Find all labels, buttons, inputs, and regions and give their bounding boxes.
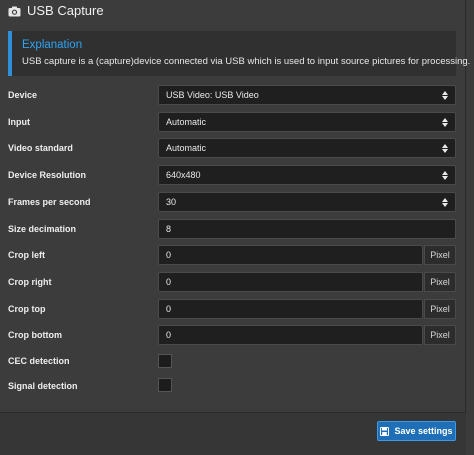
select-caret-icon [442,90,448,101]
usb-capture-panel: USB Capture Explanation USB capture is a… [0,0,471,455]
panel-header: USB Capture [0,0,466,20]
crop-bottom-input[interactable]: 0 [158,325,423,345]
crop-right-input[interactable]: 0 [158,272,423,292]
save-settings-label: Save settings [394,426,453,436]
save-icon [380,426,390,436]
size-decimation-input[interactable]: 8 [158,219,456,239]
video-standard-select[interactable]: Automatic [158,138,456,158]
crop-top-input[interactable]: 0 [158,299,423,319]
crop-bottom-unit: Pixel [424,325,456,345]
size-decimation-value: 8 [166,224,172,234]
panel-title: USB Capture [27,2,104,18]
crop-right-value: 0 [166,277,172,287]
explanation-text: USB capture is a (capture)device connect… [22,56,471,67]
device-resolution-label: Device Resolution [8,170,87,180]
input-select[interactable]: Automatic [158,112,456,132]
input-label: Input [8,117,30,127]
cec-detection-label: CEC detection [8,356,70,366]
device-resolution-value: 640x480 [166,170,201,180]
select-caret-icon [442,117,448,128]
device-resolution-select[interactable]: 640x480 [158,165,456,185]
cec-detection-checkbox[interactable] [158,354,172,368]
device-value: USB Video: USB Video [166,90,259,100]
size-decimation-label: Size decimation [8,224,77,234]
crop-right-label: Crop right [8,277,52,287]
input-value: Automatic [166,117,207,127]
crop-left-label: Crop left [8,250,45,260]
fps-label: Frames per second [8,197,91,207]
crop-bottom-value: 0 [166,330,172,340]
device-label: Device [8,90,38,100]
save-settings-button[interactable]: Save settings [377,421,456,441]
select-caret-icon [442,170,448,181]
select-caret-icon [442,143,448,154]
select-caret-icon [442,197,448,208]
crop-bottom-label: Crop bottom [8,330,62,340]
signal-detection-label: Signal detection [8,381,78,391]
crop-top-label: Crop top [8,304,46,314]
video-standard-value: Automatic [166,143,207,153]
video-standard-label: Video standard [8,143,73,153]
crop-left-input[interactable]: 0 [158,245,423,265]
fps-select[interactable]: 30 [158,192,456,212]
crop-right-unit: Pixel [424,272,456,292]
device-select[interactable]: USB Video: USB Video [158,85,456,105]
camera-icon [8,5,21,16]
crop-top-unit: Pixel [424,299,456,319]
crop-top-value: 0 [166,304,172,314]
crop-left-value: 0 [166,250,172,260]
signal-detection-checkbox[interactable] [158,378,172,392]
explanation-title: Explanation [22,39,83,51]
explanation-box: Explanation USB capture is a (capture)de… [8,31,471,76]
crop-left-unit: Pixel [424,245,456,265]
fps-value: 30 [166,197,177,207]
